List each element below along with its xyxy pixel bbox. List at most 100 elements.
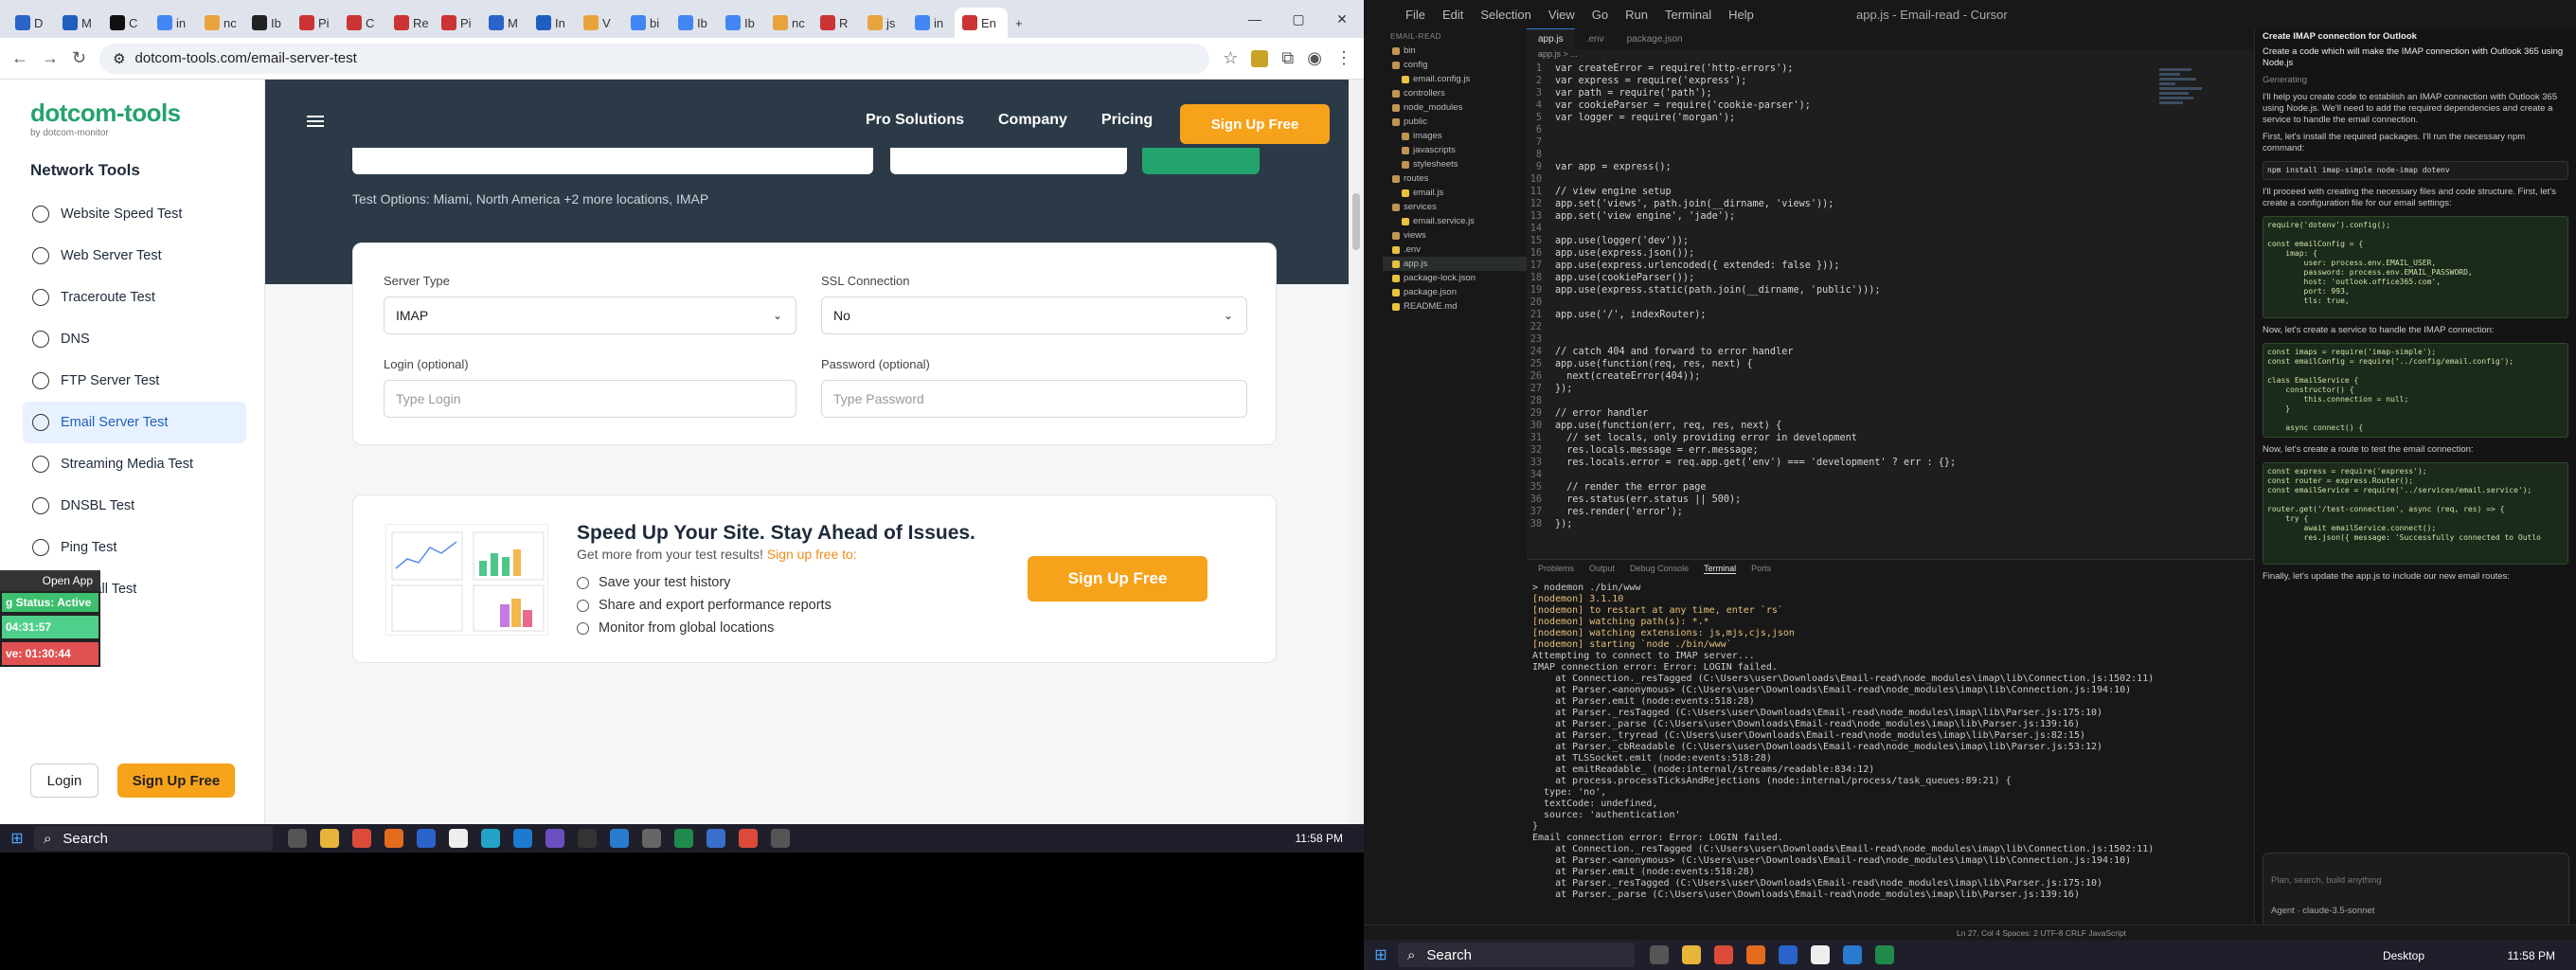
- browser-tab[interactable]: Pi: [434, 8, 481, 38]
- desktop-label[interactable]: Desktop: [2383, 949, 2424, 962]
- file-tree-item[interactable]: images: [1383, 129, 1527, 143]
- file-tree-item[interactable]: .env: [1383, 242, 1527, 257]
- editor-tab[interactable]: app.js: [1527, 28, 1575, 49]
- zoom-icon[interactable]: [1779, 945, 1798, 964]
- browser-tab[interactable]: in: [907, 8, 955, 38]
- browser-tab[interactable]: Ib: [244, 8, 292, 38]
- task-view-icon[interactable]: [1650, 945, 1669, 964]
- firefox-icon[interactable]: [1746, 945, 1765, 964]
- menu-item[interactable]: Edit: [1442, 8, 1463, 22]
- browser-tab[interactable]: V: [576, 8, 623, 38]
- minimize-icon[interactable]: —: [1233, 0, 1277, 38]
- zoom-icon[interactable]: [417, 829, 436, 848]
- app-icon[interactable]: [642, 829, 661, 848]
- cursor-icon[interactable]: [578, 829, 597, 848]
- file-tree-item[interactable]: node_modules: [1383, 100, 1527, 115]
- login-input[interactable]: Type Login: [384, 380, 796, 418]
- panel-tab[interactable]: Ports: [1751, 564, 1771, 573]
- menu-item[interactable]: Go: [1592, 8, 1608, 22]
- reload-icon[interactable]: ↻: [72, 48, 86, 68]
- file-tree-item[interactable]: email.service.js: [1383, 214, 1527, 228]
- nav-link[interactable]: Pro Solutions: [866, 112, 964, 129]
- back-icon[interactable]: ←: [11, 48, 28, 68]
- file-tree-item[interactable]: bin: [1383, 44, 1527, 58]
- vscode-icon[interactable]: [1843, 945, 1862, 964]
- chrome-icon[interactable]: [1714, 945, 1733, 964]
- teams-icon[interactable]: [546, 829, 564, 848]
- promo-signup-link[interactable]: Sign up free to:: [767, 547, 857, 562]
- chat-command-block[interactable]: npm install imap-simple node-imap dotenv: [2263, 161, 2568, 180]
- file-tree-item[interactable]: email.js: [1383, 186, 1527, 200]
- sidebar-item[interactable]: Email Server Test: [23, 402, 246, 443]
- extensions-puzzle-icon[interactable]: ⧉: [1281, 48, 1294, 68]
- browser-tab[interactable]: C: [339, 8, 386, 38]
- sidebar-signup-button[interactable]: Sign Up Free: [117, 763, 235, 798]
- terminal-output[interactable]: > nodemon ./bin/www [nodemon] 3.1.10 [node…: [1527, 577, 2254, 901]
- browser-tab[interactable]: Pi: [292, 8, 339, 38]
- github-icon[interactable]: [449, 829, 468, 848]
- panel-tab[interactable]: Output: [1589, 564, 1615, 573]
- menu-item[interactable]: File: [1405, 8, 1425, 22]
- file-tree-item[interactable]: config: [1383, 58, 1527, 72]
- browser-tab[interactable]: js: [860, 8, 907, 38]
- task-view-icon[interactable]: [288, 829, 307, 848]
- firefox-icon[interactable]: [385, 829, 403, 848]
- chat-code-block[interactable]: const imaps = require('imap-simple'); co…: [2263, 343, 2568, 438]
- vscode-icon[interactable]: [610, 829, 629, 848]
- login-button[interactable]: Login: [30, 763, 98, 798]
- sidebar-item[interactable]: Ping Test: [23, 527, 246, 568]
- chat-code-block[interactable]: const express = require('express'); cons…: [2263, 462, 2568, 565]
- chat-agent-selector[interactable]: Agent · claude-3.5-sonnet: [2263, 903, 2568, 920]
- app-icon[interactable]: [513, 829, 532, 848]
- sidebar-item[interactable]: Website Speed Test: [23, 193, 246, 235]
- windows-start-icon[interactable]: ⊞: [0, 829, 34, 848]
- promo-signup-button[interactable]: Sign Up Free: [1028, 556, 1208, 602]
- file-tree-item[interactable]: stylesheets: [1383, 157, 1527, 171]
- sidebar-item[interactable]: Streaming Media Test: [23, 443, 246, 485]
- browser-tab[interactable]: D: [8, 8, 55, 38]
- bookmark-star-icon[interactable]: ☆: [1223, 48, 1238, 68]
- sidebar-item[interactable]: FTP Server Test: [23, 360, 246, 402]
- browser-tab[interactable]: Re: [386, 8, 434, 38]
- browser-tab[interactable]: C: [102, 8, 150, 38]
- location-select[interactable]: [890, 148, 1127, 174]
- page-scrollbar[interactable]: [1349, 80, 1364, 824]
- browser-tab[interactable]: M: [481, 8, 528, 38]
- excel-icon[interactable]: [1875, 945, 1894, 964]
- browser-tab[interactable]: Ib: [718, 8, 765, 38]
- nav-link[interactable]: Pricing: [1101, 112, 1153, 129]
- sidebar-item[interactable]: Traceroute Test: [23, 277, 246, 318]
- nav-link[interactable]: Company: [998, 112, 1067, 129]
- site-info-icon[interactable]: ⚙: [113, 50, 125, 67]
- editor-tab[interactable]: package.json: [1616, 28, 1694, 49]
- menu-item[interactable]: Run: [1625, 8, 1648, 22]
- menu-item[interactable]: Help: [1728, 8, 1754, 22]
- menu-dots-icon[interactable]: ⋮: [1335, 48, 1352, 68]
- windows-start-icon[interactable]: ⊞: [1364, 945, 1398, 964]
- password-input[interactable]: Type Password: [821, 380, 1247, 418]
- editor-tab[interactable]: .env: [1575, 28, 1616, 49]
- menu-item[interactable]: Selection: [1480, 8, 1530, 22]
- excel-icon[interactable]: [674, 829, 693, 848]
- browser-tab[interactable]: In: [528, 8, 576, 38]
- taskbar-search[interactable]: ⌕ Search: [34, 826, 273, 851]
- url-bar[interactable]: ⚙ dotcom-tools.com/email-server-test: [99, 43, 1210, 74]
- url-input[interactable]: [352, 148, 873, 174]
- nav-signup-button[interactable]: Sign Up Free: [1180, 104, 1330, 144]
- browser-tab[interactable]: in: [150, 8, 197, 38]
- app-icon[interactable]: [707, 829, 725, 848]
- file-explorer-icon[interactable]: [1682, 945, 1701, 964]
- file-tree-item[interactable]: package.json: [1383, 285, 1527, 299]
- app-icon[interactable]: [771, 829, 790, 848]
- chrome-icon[interactable]: [352, 829, 371, 848]
- browser-tab[interactable]: nc: [765, 8, 813, 38]
- file-tree-item[interactable]: controllers: [1383, 86, 1527, 100]
- file-explorer-icon[interactable]: [320, 829, 339, 848]
- browser-tab[interactable]: En: [955, 8, 1008, 38]
- file-tree-item[interactable]: README.md: [1383, 299, 1527, 314]
- extension-icon[interactable]: [1251, 49, 1269, 67]
- maximize-icon[interactable]: ▢: [1277, 0, 1320, 38]
- file-tree-item[interactable]: services: [1383, 200, 1527, 214]
- server-type-select[interactable]: IMAP ⌄: [384, 296, 796, 334]
- close-icon[interactable]: ✕: [1320, 0, 1364, 38]
